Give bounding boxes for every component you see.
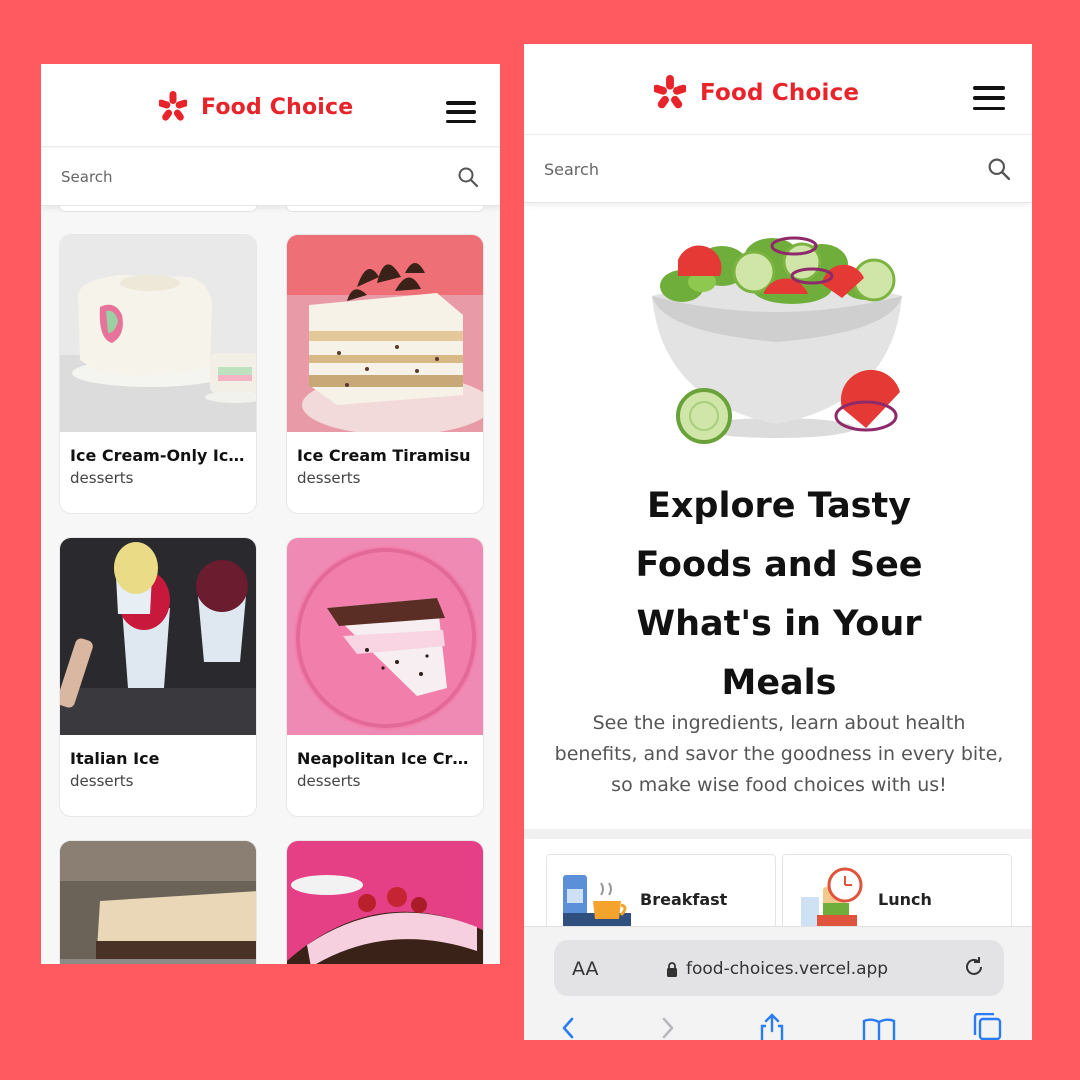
card-peek xyxy=(286,206,484,212)
yelp-burst-icon xyxy=(159,91,187,121)
lock-icon xyxy=(667,961,677,977)
recipe-image xyxy=(287,235,483,432)
recipe-card[interactable] xyxy=(286,840,484,964)
browser-nav-row xyxy=(524,1013,1032,1040)
recipe-image xyxy=(287,538,483,735)
recipe-card[interactable]: Italian Ice desserts xyxy=(59,537,257,817)
right-screen: Food Choice Search Explore Tasty Foods a… xyxy=(524,44,1032,1040)
app-header: Food Choice xyxy=(41,64,500,147)
breakfast-icon xyxy=(563,875,631,931)
card-peek xyxy=(59,206,257,212)
hamburger-menu-icon[interactable] xyxy=(446,101,476,123)
lunch-icon xyxy=(801,867,863,931)
recipe-category: desserts xyxy=(297,469,361,487)
hero-title: Explore Tasty Foods and See What's in Yo… xyxy=(635,486,923,703)
tabs-icon[interactable] xyxy=(972,1013,1002,1040)
hero-subtitle: See the ingredients, learn about health … xyxy=(554,712,1004,796)
back-icon[interactable] xyxy=(560,1013,576,1040)
hamburger-menu-icon[interactable] xyxy=(973,86,1005,110)
recipe-category: desserts xyxy=(70,772,134,790)
recipe-title: Ice Cream Tiramisu xyxy=(297,446,471,465)
recipe-image xyxy=(60,841,256,964)
url-display[interactable]: food-choices.vercel.app xyxy=(666,959,888,979)
recipe-category: desserts xyxy=(70,469,134,487)
recipe-title: Neapolitan Ice Cre... xyxy=(297,749,473,768)
search-bar xyxy=(524,136,1032,203)
share-icon[interactable] xyxy=(758,1013,786,1040)
browser-toolbar: AA food-choices.vercel.app xyxy=(524,926,1032,1040)
yelp-burst-icon xyxy=(654,75,686,109)
recipe-card[interactable] xyxy=(59,840,257,964)
left-screen: Food Choice Search Ice Cream-Only Ic... … xyxy=(41,64,500,964)
brand-logo[interactable]: Food Choice xyxy=(159,91,353,123)
recipe-card[interactable]: Neapolitan Ice Cre... desserts xyxy=(286,537,484,817)
recipe-title: Italian Ice xyxy=(70,749,160,768)
forward-icon[interactable] xyxy=(660,1013,676,1040)
text-size-label: AA xyxy=(572,958,599,980)
address-bar[interactable]: AA food-choices.vercel.app xyxy=(554,940,1004,996)
text-size-button[interactable]: AA xyxy=(572,958,599,980)
reload-icon[interactable] xyxy=(962,955,986,979)
recipe-category: desserts xyxy=(297,772,361,790)
recipe-title: Ice Cream-Only Ic... xyxy=(70,446,246,465)
search-icon[interactable] xyxy=(988,158,1010,180)
app-header: Food Choice xyxy=(524,44,1032,135)
search-icon[interactable] xyxy=(458,167,478,187)
bookmarks-icon[interactable] xyxy=(862,1013,896,1040)
recipe-card[interactable]: Ice Cream-Only Ic... desserts xyxy=(59,234,257,514)
category-label: Breakfast xyxy=(640,890,728,909)
recipe-image xyxy=(287,841,483,964)
brand-logo[interactable]: Food Choice xyxy=(654,75,859,111)
salad-bowl-illustration xyxy=(652,236,902,444)
search-input[interactable] xyxy=(544,136,972,202)
category-label: Lunch xyxy=(878,890,932,909)
search-input[interactable] xyxy=(61,148,440,205)
url-text: food-choices.vercel.app xyxy=(686,959,889,979)
recipe-image xyxy=(60,235,256,432)
recipe-image xyxy=(60,538,256,735)
brand-name: Food Choice xyxy=(700,80,860,106)
search-bar xyxy=(41,148,500,206)
section-divider xyxy=(524,829,1032,839)
recipe-card[interactable]: Ice Cream Tiramisu desserts xyxy=(286,234,484,514)
brand-name: Food Choice xyxy=(201,94,354,120)
